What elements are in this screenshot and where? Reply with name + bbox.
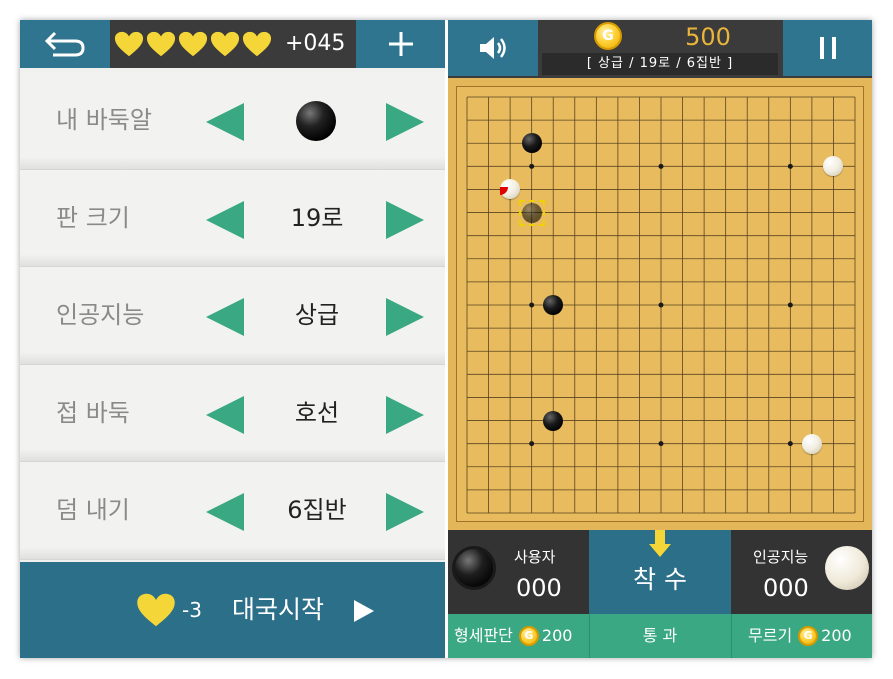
setting-komi: 덤 내기 6집반 [20, 462, 445, 560]
black-stone-icon [296, 101, 336, 141]
star-point [658, 163, 664, 169]
settings-panel: +045 내 바둑알 판 크기 19로 인공지능 상급 접 바둑 호선 덤 내기… [20, 20, 445, 658]
pause-button[interactable] [783, 20, 872, 76]
next-arrow-icon[interactable] [386, 395, 424, 434]
heart-icon [146, 31, 176, 57]
lives-counter: +045 [285, 31, 346, 56]
sound-button[interactable] [448, 20, 538, 76]
setting-label: 인공지능 [56, 301, 145, 329]
cursor-highlight [518, 199, 545, 226]
white-stone-icon [825, 546, 869, 590]
prev-arrow-icon[interactable] [206, 493, 244, 531]
hearts-display [114, 20, 272, 68]
next-arrow-icon[interactable] [386, 200, 424, 239]
heart-icon [178, 31, 208, 57]
ai-panel: 인공지능 000 [731, 530, 872, 614]
setting-value: 6집반 [287, 496, 347, 524]
setting-board-size: 판 크기 19로 [20, 169, 445, 267]
place-stone-label: 착 수 [633, 565, 687, 594]
settings-topbar: +045 [20, 20, 445, 68]
black-stone-icon [452, 546, 496, 590]
setting-my-stone: 내 바둑알 [20, 72, 445, 170]
go-board[interactable] [456, 86, 864, 522]
prev-arrow-icon[interactable] [206, 200, 244, 239]
setting-label: 판 크기 [56, 203, 130, 232]
settings-list: 내 바둑알 판 크기 19로 인공지능 상급 접 바둑 호선 덤 내기 6집반 [20, 72, 445, 560]
plus-icon [388, 32, 413, 56]
back-arrow-icon [44, 31, 85, 57]
next-arrow-icon[interactable] [386, 103, 424, 141]
star-point [787, 441, 793, 447]
game-controls: 사용자 000 착 수 인공지능 000 형세판단 G 200 통 과 무르기 … [448, 530, 872, 658]
heart-icon [210, 31, 240, 57]
app-frame: +045 내 바둑알 판 크기 19로 인공지능 상급 접 바둑 호선 덤 내기… [20, 20, 872, 658]
coin-balance: 500 [685, 23, 731, 51]
star-point [787, 163, 793, 169]
star-point [658, 441, 664, 447]
user-name: 사용자 [514, 548, 556, 566]
game-panel: G 500 [ 상급 / 19로 / 6집반 ] 사용자 000 착 수 인공지… [448, 20, 872, 658]
coin-icon: G [798, 626, 819, 646]
speaker-icon [480, 37, 506, 59]
undo-cost: 200 [821, 626, 852, 645]
user-score: 000 [516, 574, 562, 602]
pass-label: 통 과 [642, 626, 678, 645]
game-info: [ 상급 / 19로 / 6집반 ] [542, 53, 778, 75]
setting-ai-level: 인공지능 상급 [20, 267, 445, 365]
start-label: 대국시작 [232, 595, 325, 624]
undo-button[interactable]: 무르기 G 200 [748, 614, 852, 658]
action-bar: 형세판단 G 200 통 과 무르기 G 200 [448, 614, 872, 658]
board-area [448, 78, 872, 530]
setting-value: 호선 [294, 398, 340, 427]
back-button[interactable] [20, 20, 110, 68]
heart-icon [137, 593, 175, 627]
evaluate-label: 형세판단 [454, 626, 513, 645]
start-game-button[interactable]: -3 대국시작 [20, 562, 445, 658]
star-point [529, 163, 535, 169]
setting-label: 덤 내기 [56, 496, 130, 524]
pause-icon [819, 37, 836, 59]
down-arrow-icon [649, 530, 671, 557]
start-cost: -3 [182, 598, 202, 622]
setting-label: 내 바둑알 [56, 106, 152, 134]
setting-value: 상급 [294, 301, 340, 329]
prev-arrow-icon[interactable] [206, 395, 244, 434]
add-lives-button[interactable] [356, 20, 445, 68]
black-stone [543, 410, 564, 431]
prev-arrow-icon[interactable] [206, 298, 244, 336]
star-point [787, 302, 793, 308]
evaluate-button[interactable]: 형세판단 G 200 [454, 614, 572, 658]
black-stone [521, 133, 542, 154]
star-point [529, 302, 535, 308]
heart-icon [114, 31, 144, 57]
setting-handicap: 접 바둑 호선 [20, 364, 445, 462]
evaluate-cost: 200 [541, 626, 573, 645]
ai-name: 인공지능 [753, 548, 809, 566]
play-icon [354, 600, 374, 622]
prev-arrow-icon[interactable] [206, 103, 244, 141]
ai-score: 000 [763, 574, 809, 602]
board-grid [466, 96, 856, 514]
next-arrow-icon[interactable] [386, 493, 424, 531]
setting-value: 19로 [290, 203, 344, 232]
action-separator [731, 614, 732, 658]
place-stone-button[interactable]: 착 수 [589, 530, 731, 614]
undo-label: 무르기 [748, 626, 793, 645]
pass-button[interactable]: 통 과 [589, 614, 731, 658]
white-stone [801, 433, 822, 454]
coin-icon: G [594, 22, 622, 50]
star-point [529, 441, 535, 447]
next-arrow-icon[interactable] [386, 298, 424, 336]
setting-label: 접 바둑 [56, 398, 130, 427]
star-point [658, 302, 664, 308]
coin-icon: G [518, 626, 539, 646]
heart-icon [242, 31, 272, 57]
user-panel: 사용자 000 [448, 530, 589, 614]
